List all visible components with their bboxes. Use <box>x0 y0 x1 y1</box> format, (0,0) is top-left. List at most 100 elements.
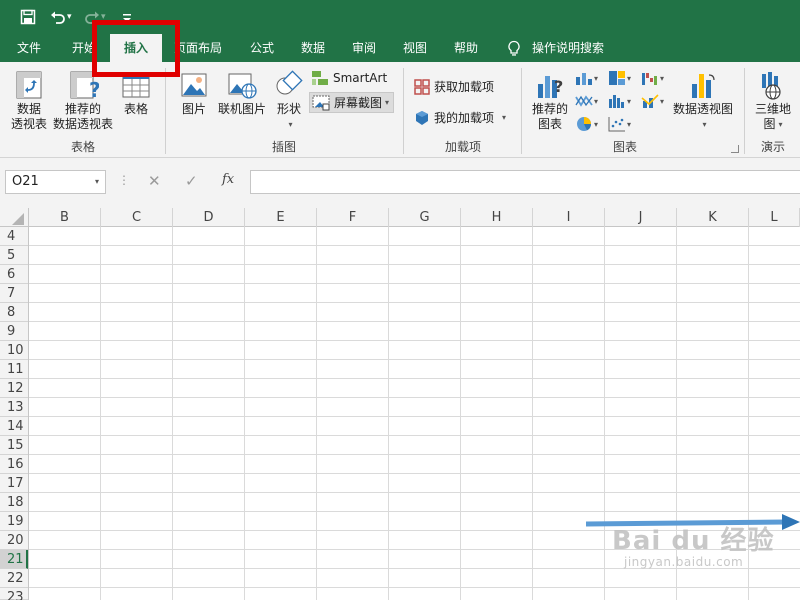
row-header[interactable]: 5 <box>0 246 28 265</box>
row-header[interactable]: 22 <box>0 569 28 588</box>
row-header[interactable]: 16 <box>0 455 28 474</box>
charts-dialog-launcher[interactable] <box>731 145 739 153</box>
row-header[interactable]: 7 <box>0 284 28 303</box>
pictures-label: 图片 <box>181 102 206 116</box>
column-header-l[interactable]: L <box>749 208 800 227</box>
row-header[interactable]: 14 <box>0 417 28 436</box>
shapes-button[interactable]: 形状 ▾ <box>272 70 306 132</box>
row-header-selected[interactable]: 21 <box>0 550 28 569</box>
pivot-chart-button[interactable]: 数据透视图 ▾ <box>670 70 736 132</box>
svg-text:?: ? <box>554 77 563 96</box>
hierarchy-chart-button[interactable]: ▾ <box>608 70 631 86</box>
formula-input[interactable] <box>250 170 800 194</box>
row-header[interactable]: 13 <box>0 398 28 417</box>
pivot-table-button[interactable]: 数据 透视表 <box>8 70 50 132</box>
baidu-watermark: Bai du 经验 jingyan.baidu.com <box>612 520 775 569</box>
row-header[interactable]: 11 <box>0 360 28 379</box>
pivot-chart-dropdown-icon[interactable]: ▾ <box>673 117 736 132</box>
column-header-h[interactable]: H <box>461 208 533 227</box>
line-chart-button[interactable]: ▾ <box>575 93 598 109</box>
svg-text:?: ? <box>89 78 99 100</box>
undo-dropdown-icon[interactable]: ▾ <box>67 12 72 22</box>
shapes-label: 形状 <box>276 102 301 116</box>
tab-data[interactable]: 数据 <box>301 34 325 62</box>
row-header[interactable]: 6 <box>0 265 28 284</box>
column-header-d[interactable]: D <box>173 208 245 227</box>
confirm-entry-icon[interactable]: ✓ <box>185 172 198 190</box>
3d-map-button[interactable]: 三维地 图 ▾ <box>752 70 794 132</box>
row-header[interactable]: 9 <box>0 322 28 341</box>
get-addins-button[interactable]: 获取加载项 <box>414 78 494 95</box>
row-header[interactable]: 12 <box>0 379 28 398</box>
column-header-i[interactable]: I <box>533 208 605 227</box>
row-header[interactable]: 18 <box>0 493 28 512</box>
scatter-chart-dropdown-icon[interactable]: ▾ <box>627 120 631 129</box>
hierarchy-chart-dropdown-icon[interactable]: ▾ <box>627 74 631 83</box>
line-chart-dropdown-icon[interactable]: ▾ <box>594 97 598 106</box>
row-header[interactable]: 23 <box>0 588 28 600</box>
row-header[interactable]: 4 <box>0 227 28 246</box>
column-header-f[interactable]: F <box>317 208 389 227</box>
column-header-b[interactable]: B <box>29 208 101 227</box>
combo-chart-dropdown-icon[interactable]: ▾ <box>660 97 664 106</box>
name-box-dropdown-icon[interactable]: ▾ <box>95 171 99 193</box>
save-button[interactable] <box>20 6 36 28</box>
column-chart-button[interactable]: ▾ <box>575 70 598 86</box>
waterfall-chart-dropdown-icon[interactable]: ▾ <box>660 74 664 83</box>
recommended-pivot-label-2: 数据透视表 <box>52 117 113 131</box>
screenshot-dropdown-icon[interactable]: ▾ <box>385 98 389 107</box>
statistic-chart-dropdown-icon[interactable]: ▾ <box>627 97 631 106</box>
smartart-icon <box>312 71 328 85</box>
cancel-entry-icon[interactable]: ✕ <box>148 172 161 190</box>
my-addins-button[interactable]: 我的加载项 ▾ <box>414 109 506 126</box>
insert-function-button[interactable]: fx <box>222 172 234 187</box>
tab-formulas[interactable]: 公式 <box>250 34 274 62</box>
picture-icon <box>181 73 207 97</box>
row-header[interactable]: 15 <box>0 436 28 455</box>
tab-file[interactable]: 文件 <box>17 34 41 62</box>
my-addins-dropdown-icon[interactable]: ▾ <box>502 113 506 122</box>
column-header-k[interactable]: K <box>677 208 749 227</box>
row-header[interactable]: 19 <box>0 512 28 531</box>
pie-chart-dropdown-icon[interactable]: ▾ <box>594 120 598 129</box>
recommended-charts-button[interactable]: ? 推荐的 图表 <box>529 70 571 132</box>
tell-me-search[interactable]: 操作说明搜索 <box>532 34 604 62</box>
tab-view[interactable]: 视图 <box>403 34 427 62</box>
column-header-g[interactable]: G <box>389 208 461 227</box>
tab-review[interactable]: 审阅 <box>352 34 376 62</box>
online-pictures-button[interactable]: 联机图片 <box>215 70 269 117</box>
statistic-chart-button[interactable]: ▾ <box>608 93 631 109</box>
addin-cube-icon <box>416 110 428 125</box>
recommended-pivot-button[interactable]: ? 推荐的 数据透视表 <box>52 70 114 132</box>
pivot-table-label-1: 数据 <box>16 102 41 116</box>
formula-bar-grip-icon[interactable]: ⋮ <box>118 173 130 187</box>
3d-map-dropdown-icon[interactable]: ▾ <box>779 117 783 132</box>
row-header[interactable]: 17 <box>0 474 28 493</box>
smartart-label: SmartArt <box>333 71 388 85</box>
row-header[interactable]: 8 <box>0 303 28 322</box>
column-header-e[interactable]: E <box>245 208 317 227</box>
column-header-j[interactable]: J <box>605 208 677 227</box>
smartart-button[interactable]: SmartArt <box>311 70 387 86</box>
tab-page-layout[interactable]: 页面布局 <box>174 34 222 62</box>
3d-map-label-2: 图 <box>763 117 776 131</box>
tab-help[interactable]: 帮助 <box>454 34 478 62</box>
row-header[interactable]: 10 <box>0 341 28 360</box>
combo-chart-button[interactable]: ▾ <box>641 93 664 109</box>
pictures-button[interactable]: 图片 <box>176 70 212 117</box>
pie-chart-button[interactable]: ▾ <box>575 116 598 132</box>
select-all-button[interactable] <box>0 208 29 227</box>
screenshot-button[interactable]: 屏幕截图 ▾ <box>309 92 395 113</box>
screenshot-label: 屏幕截图 <box>334 96 383 110</box>
waterfall-chart-button[interactable]: ▾ <box>641 70 664 86</box>
column-header-c[interactable]: C <box>101 208 173 227</box>
scatter-chart-button[interactable]: ▾ <box>608 116 631 132</box>
name-box[interactable]: O21 ▾ <box>5 170 106 194</box>
row-header[interactable]: 20 <box>0 531 28 550</box>
shapes-dropdown-icon[interactable]: ▾ <box>275 117 306 132</box>
column-chart-dropdown-icon[interactable]: ▾ <box>594 74 598 83</box>
recommended-charts-icon: ? <box>538 76 563 98</box>
table-button[interactable]: 表格 <box>118 70 154 117</box>
line-chart-icon <box>575 95 593 107</box>
undo-button[interactable]: ▾ <box>50 6 72 28</box>
